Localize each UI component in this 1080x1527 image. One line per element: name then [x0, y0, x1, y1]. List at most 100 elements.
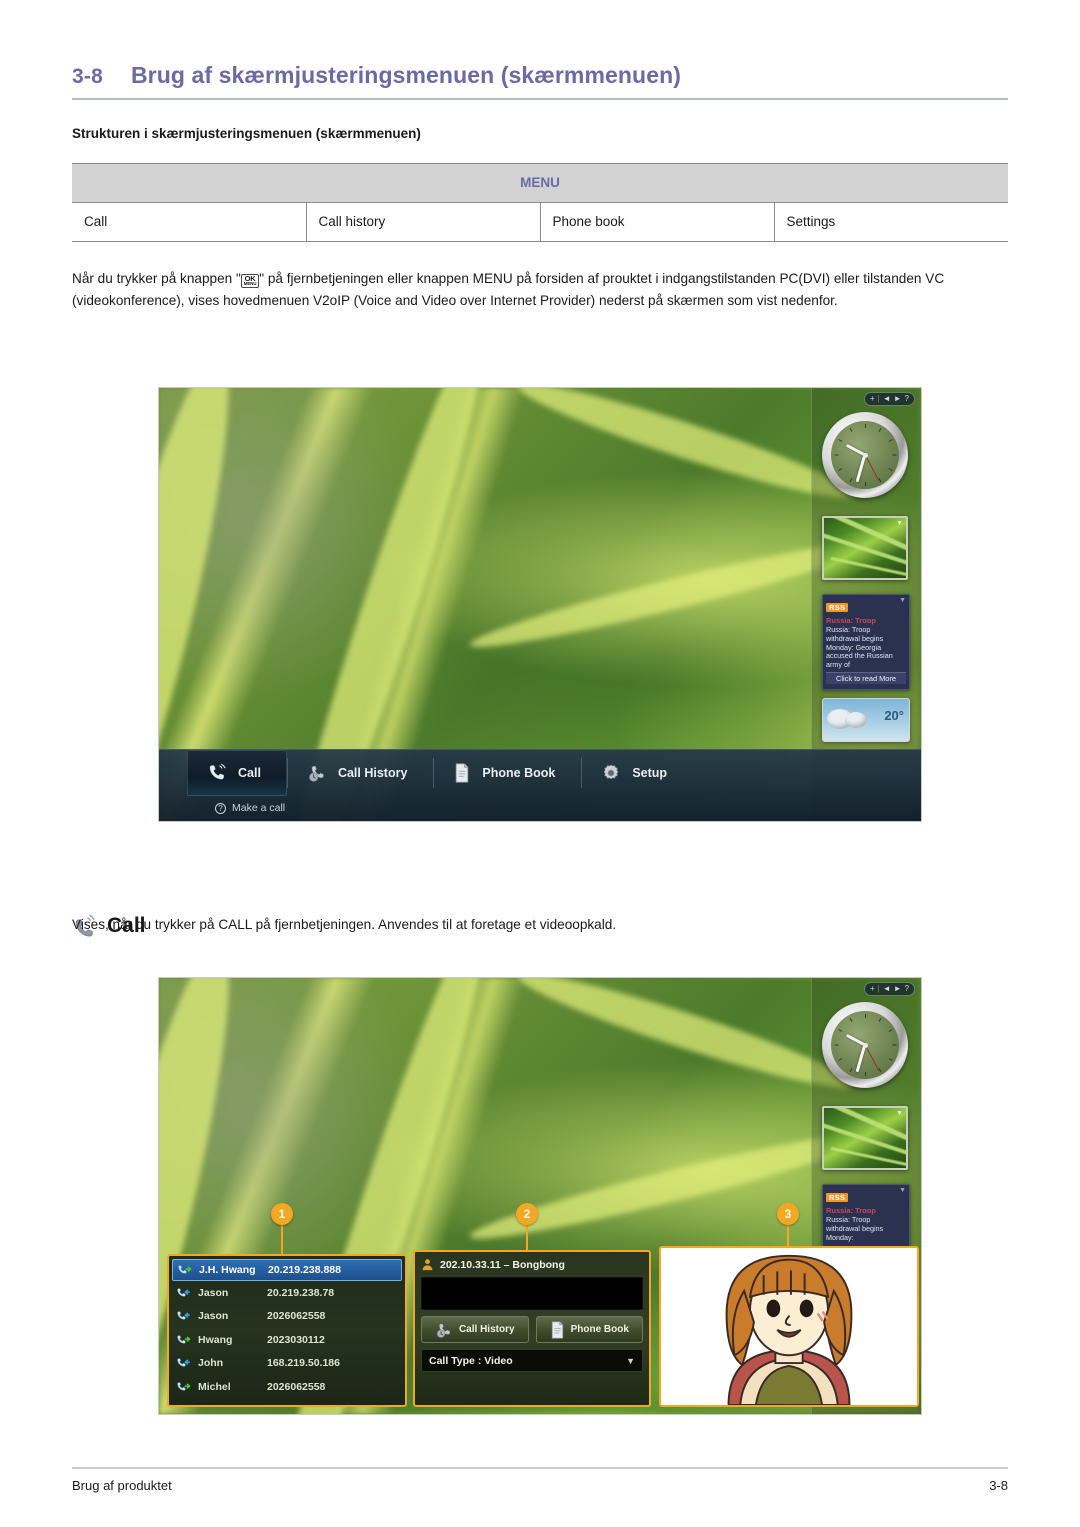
call-type-label: Call Type : Video — [429, 1354, 513, 1367]
rss-read-more-link[interactable]: Click to read More — [826, 671, 906, 684]
callout-badge-3: 3 — [777, 1203, 799, 1225]
separator: | — [877, 394, 880, 403]
rss-badge: RSS — [826, 603, 849, 612]
next-gadget-icon[interactable]: ► — [894, 984, 902, 994]
osd-item-call-history[interactable]: Call History — [286, 750, 433, 796]
osd-item-label: Call — [238, 766, 261, 780]
table-header-menu: MENU — [72, 163, 1008, 203]
call-history-button[interactable]: Call History — [421, 1316, 529, 1343]
outgoing-call-icon — [177, 1334, 191, 1346]
separator: | — [877, 984, 880, 993]
call-history-icon — [436, 1323, 450, 1338]
clock-minute-hand — [856, 454, 867, 483]
osd-item-label: Phone Book — [482, 766, 556, 780]
callout-badge-2: 2 — [516, 1203, 538, 1225]
button-label: Call History — [458, 1324, 515, 1335]
chevron-down-icon[interactable]: ▼ — [896, 1110, 903, 1117]
sidebar-controls[interactable]: + | ◄ ► ? — [863, 392, 915, 406]
outgoing-call-icon — [178, 1264, 192, 1276]
clock-second-hand — [864, 454, 880, 482]
caller-name: Hwang — [198, 1333, 233, 1346]
slideshow-gadget: ▼ — [822, 516, 908, 580]
table-row: Call Call history Phone book Settings — [72, 202, 1008, 242]
call-list-panel[interactable]: J.H. Hwang 20.219.238.888 Jason 20.219.2… — [167, 1254, 407, 1407]
phone-book-icon — [551, 1320, 563, 1339]
osd-item-setup[interactable]: Setup — [581, 750, 693, 796]
previous-gadget-icon[interactable]: ◄ — [883, 394, 891, 404]
caller-name: Michel — [198, 1380, 231, 1393]
osd-item-label: Setup — [632, 766, 668, 780]
ok-menu-button-glyph: OK MENU — [240, 273, 260, 288]
list-item[interactable]: J.H. Hwang 20.219.238.888 — [172, 1259, 402, 1281]
osd-item-call[interactable]: Call — [187, 750, 287, 796]
caller-number: 168.219.50.186 — [267, 1357, 340, 1370]
page-footer: Brug af produktet 3-8 — [72, 1467, 1008, 1493]
list-item[interactable]: Jason 2026062558 — [172, 1305, 402, 1329]
caller-number: 2026062558 — [267, 1310, 326, 1323]
clock-face — [831, 421, 899, 489]
dial-panel[interactable]: 202.10.33.11 – Bongbong Call History Pho… — [413, 1250, 651, 1407]
subsection-title: Strukturen i skærmjusteringsmenuen (skær… — [72, 126, 421, 141]
clock-second-hand — [864, 1044, 880, 1072]
osd-hint: ? Make a call — [159, 796, 921, 820]
list-item[interactable]: John 168.219.50.186 — [172, 1352, 402, 1376]
slideshow-gadget: ▼ — [822, 1106, 908, 1170]
menu-structure-table: MENU Call Call history Phone book Settin… — [72, 163, 1008, 242]
list-item[interactable]: Michel 2026062558 — [172, 1375, 402, 1399]
dial-panel-buttons: Call History Phone Book — [421, 1316, 643, 1343]
rss-body: Russia: Troop withdrawal begins Monday: … — [826, 625, 893, 670]
osd-item-phone-book[interactable]: Phone Book — [433, 750, 581, 796]
heading-divider — [72, 98, 1008, 100]
intro-paragraph: Når du trykker på knappen " OK MENU " på fj… — [72, 268, 1008, 312]
clock-gadget — [822, 412, 908, 498]
phone-icon — [209, 763, 226, 780]
help-icon[interactable]: ? — [905, 394, 909, 404]
incoming-call-icon — [177, 1287, 191, 1299]
caller-number: 2023030112 — [267, 1333, 325, 1346]
footer-divider — [72, 1467, 1008, 1469]
table-cell-call-history: Call history — [306, 202, 541, 242]
dial-number-input[interactable] — [421, 1277, 643, 1310]
add-gadget-icon[interactable]: + — [870, 984, 875, 994]
caller-number: 2026062558 — [267, 1380, 326, 1393]
manual-page: 3-8 Brug af skærmjusteringsmenuen (skærm… — [0, 0, 1080, 1527]
rss-gadget: RSS ▼ Russia: Troop Russia: Troop withdr… — [822, 1184, 910, 1248]
footer-page-number: 3-8 — [989, 1478, 1008, 1493]
button-label: Phone Book — [570, 1324, 629, 1335]
clock-face — [831, 1011, 899, 1079]
clock-center-pin — [862, 1042, 868, 1048]
add-gadget-icon[interactable]: + — [870, 394, 875, 404]
list-item[interactable]: Hwang 2023030112 — [172, 1328, 402, 1352]
outgoing-call-icon — [177, 1381, 191, 1393]
list-item[interactable]: Jason 20.219.238.78 — [172, 1281, 402, 1305]
page-heading: 3-8 Brug af skærmjusteringsmenuen (skærm… — [72, 0, 1008, 89]
caller-number: 20.219.238.78 — [267, 1286, 335, 1299]
chevron-down-icon[interactable]: ▼ — [896, 520, 903, 527]
call-history-icon — [309, 766, 324, 782]
call-type-dropdown[interactable]: Call Type : Video ▼ — [421, 1349, 643, 1372]
rss-headline: Russia: Troop — [826, 616, 877, 625]
page-title: Brug af skærmjusteringsmenuen (skærmmenu… — [130, 62, 681, 88]
osd-menu-bar: Call Call History Phone Book Setup ? Mak… — [159, 749, 921, 821]
intro-text-part1: Når du trykker på knappen " — [72, 271, 241, 286]
screenshot-main-menu: + | ◄ ► ? ▼ RSS ▼ Russia: Troop Russia: … — [158, 387, 922, 822]
chevron-down-icon[interactable]: ▼ — [899, 1187, 906, 1194]
rss-headline: Russia: Troop — [826, 1206, 877, 1215]
previous-gadget-icon[interactable]: ◄ — [883, 984, 891, 994]
osd-item-label: Call History — [337, 766, 408, 780]
dial-panel-header: 202.10.33.11 – Bongbong — [421, 1258, 643, 1271]
phone-book-button[interactable]: Phone Book — [535, 1316, 643, 1343]
chevron-down-icon[interactable]: ▼ — [899, 597, 906, 604]
chevron-down-icon[interactable]: ▼ — [626, 1356, 635, 1366]
dial-panel-title: 202.10.33.11 – Bongbong — [440, 1258, 565, 1271]
help-icon[interactable]: ? — [905, 984, 909, 994]
caller-name: Jason — [198, 1310, 229, 1323]
table-cell-settings: Settings — [774, 202, 1008, 242]
caller-name: J.H. Hwang — [199, 1264, 256, 1276]
screenshot-call-screen: + | ◄ ► ? ▼ RSS ▼ Russia: Troop Russia: … — [158, 977, 922, 1415]
sidebar-controls[interactable]: + | ◄ ► ? — [863, 982, 915, 996]
section-number: 3-8 — [72, 65, 103, 88]
next-gadget-icon[interactable]: ► — [894, 394, 902, 404]
osd-menu-items: Call Call History Phone Book Setup — [159, 750, 921, 796]
video-preview-panel[interactable] — [659, 1246, 919, 1407]
